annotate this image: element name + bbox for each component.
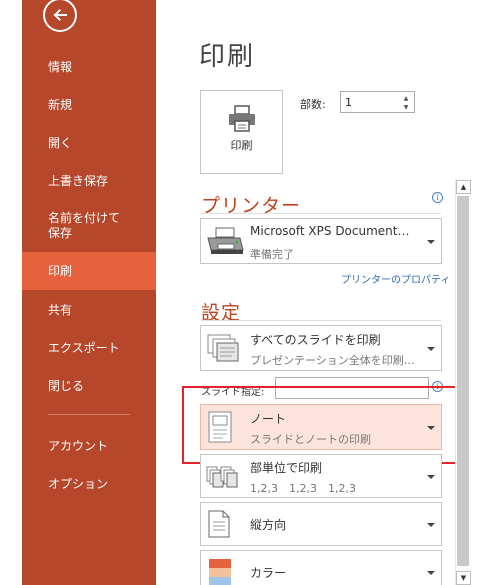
print-button-label: 印刷 bbox=[230, 139, 253, 152]
nav-options[interactable]: オプション bbox=[22, 474, 156, 494]
printer-icon bbox=[229, 105, 255, 132]
copies-stepper[interactable]: ▲ ▼ bbox=[340, 91, 415, 113]
printer-device-icon bbox=[207, 227, 244, 254]
chevron-down-icon bbox=[427, 240, 435, 244]
orientation-title: 縦方向 bbox=[250, 518, 287, 532]
chevron-down-icon bbox=[427, 347, 435, 351]
nav-save-as[interactable]: 名前を付けて 保存 bbox=[22, 210, 156, 242]
collated-icon bbox=[206, 466, 238, 488]
scroll-up-icon[interactable]: ▲ bbox=[456, 180, 471, 194]
chevron-down-icon bbox=[427, 523, 435, 527]
portrait-page-icon bbox=[208, 510, 230, 538]
color-icon bbox=[209, 559, 231, 585]
printer-dropdown[interactable]: Microsoft XPS Document… 準備完了 bbox=[200, 218, 442, 264]
highlight-box bbox=[182, 386, 465, 464]
copies-input[interactable] bbox=[345, 94, 395, 110]
nav-close[interactable]: 閉じる bbox=[22, 376, 156, 396]
back-arrow-icon bbox=[53, 9, 67, 21]
color-title: カラー bbox=[250, 566, 287, 580]
nav-share[interactable]: 共有 bbox=[22, 300, 156, 320]
printer-section-divider bbox=[201, 213, 441, 214]
chevron-down-icon bbox=[427, 475, 435, 479]
copies-down-icon[interactable]: ▼ bbox=[401, 103, 411, 111]
settings-section-divider bbox=[201, 320, 441, 321]
nav-new[interactable]: 新規 bbox=[22, 95, 156, 115]
nav-export[interactable]: エクスポート bbox=[22, 338, 156, 358]
settings-scrollbar[interactable]: ▲ ▼ bbox=[455, 180, 471, 585]
printer-info-icon[interactable]: i bbox=[432, 192, 443, 203]
collate-desc: 1,2,3 1,2,3 1,2,3 bbox=[250, 482, 356, 495]
all-slides-icon bbox=[207, 334, 239, 362]
slides-range-dropdown[interactable]: すべてのスライドを印刷 プレゼンテーション全体を印刷… bbox=[200, 325, 442, 371]
nav-print[interactable]: 印刷 bbox=[22, 252, 156, 290]
scroll-thumb[interactable] bbox=[457, 196, 469, 566]
copies-up-icon[interactable]: ▲ bbox=[401, 94, 411, 102]
scroll-down-icon[interactable]: ▼ bbox=[456, 571, 471, 585]
chevron-down-icon bbox=[427, 571, 435, 575]
collate-title: 部単位で印刷 bbox=[250, 461, 323, 475]
nav-account[interactable]: アカウント bbox=[22, 436, 156, 456]
page-title: 印刷 bbox=[199, 42, 256, 72]
printer-properties-link[interactable]: プリンターのプロパティ bbox=[341, 271, 450, 286]
print-button[interactable]: 印刷 bbox=[200, 90, 283, 174]
nav-save[interactable]: 上書き保存 bbox=[22, 171, 156, 191]
slides-range-desc: プレゼンテーション全体を印刷… bbox=[250, 354, 415, 367]
color-dropdown[interactable]: カラー bbox=[200, 550, 442, 585]
backstage-sidebar bbox=[22, 0, 156, 585]
copies-label: 部数: bbox=[300, 98, 326, 111]
printer-status: 準備完了 bbox=[250, 248, 294, 261]
nav-open[interactable]: 開く bbox=[22, 133, 156, 153]
slides-range-title: すべてのスライドを印刷 bbox=[250, 333, 381, 347]
nav-divider bbox=[48, 414, 130, 415]
nav-info[interactable]: 情報 bbox=[22, 57, 156, 77]
printer-name: Microsoft XPS Document… bbox=[250, 224, 410, 238]
orientation-dropdown[interactable]: 縦方向 bbox=[200, 502, 442, 546]
collate-dropdown[interactable]: 部単位で印刷 1,2,3 1,2,3 1,2,3 bbox=[200, 454, 442, 498]
